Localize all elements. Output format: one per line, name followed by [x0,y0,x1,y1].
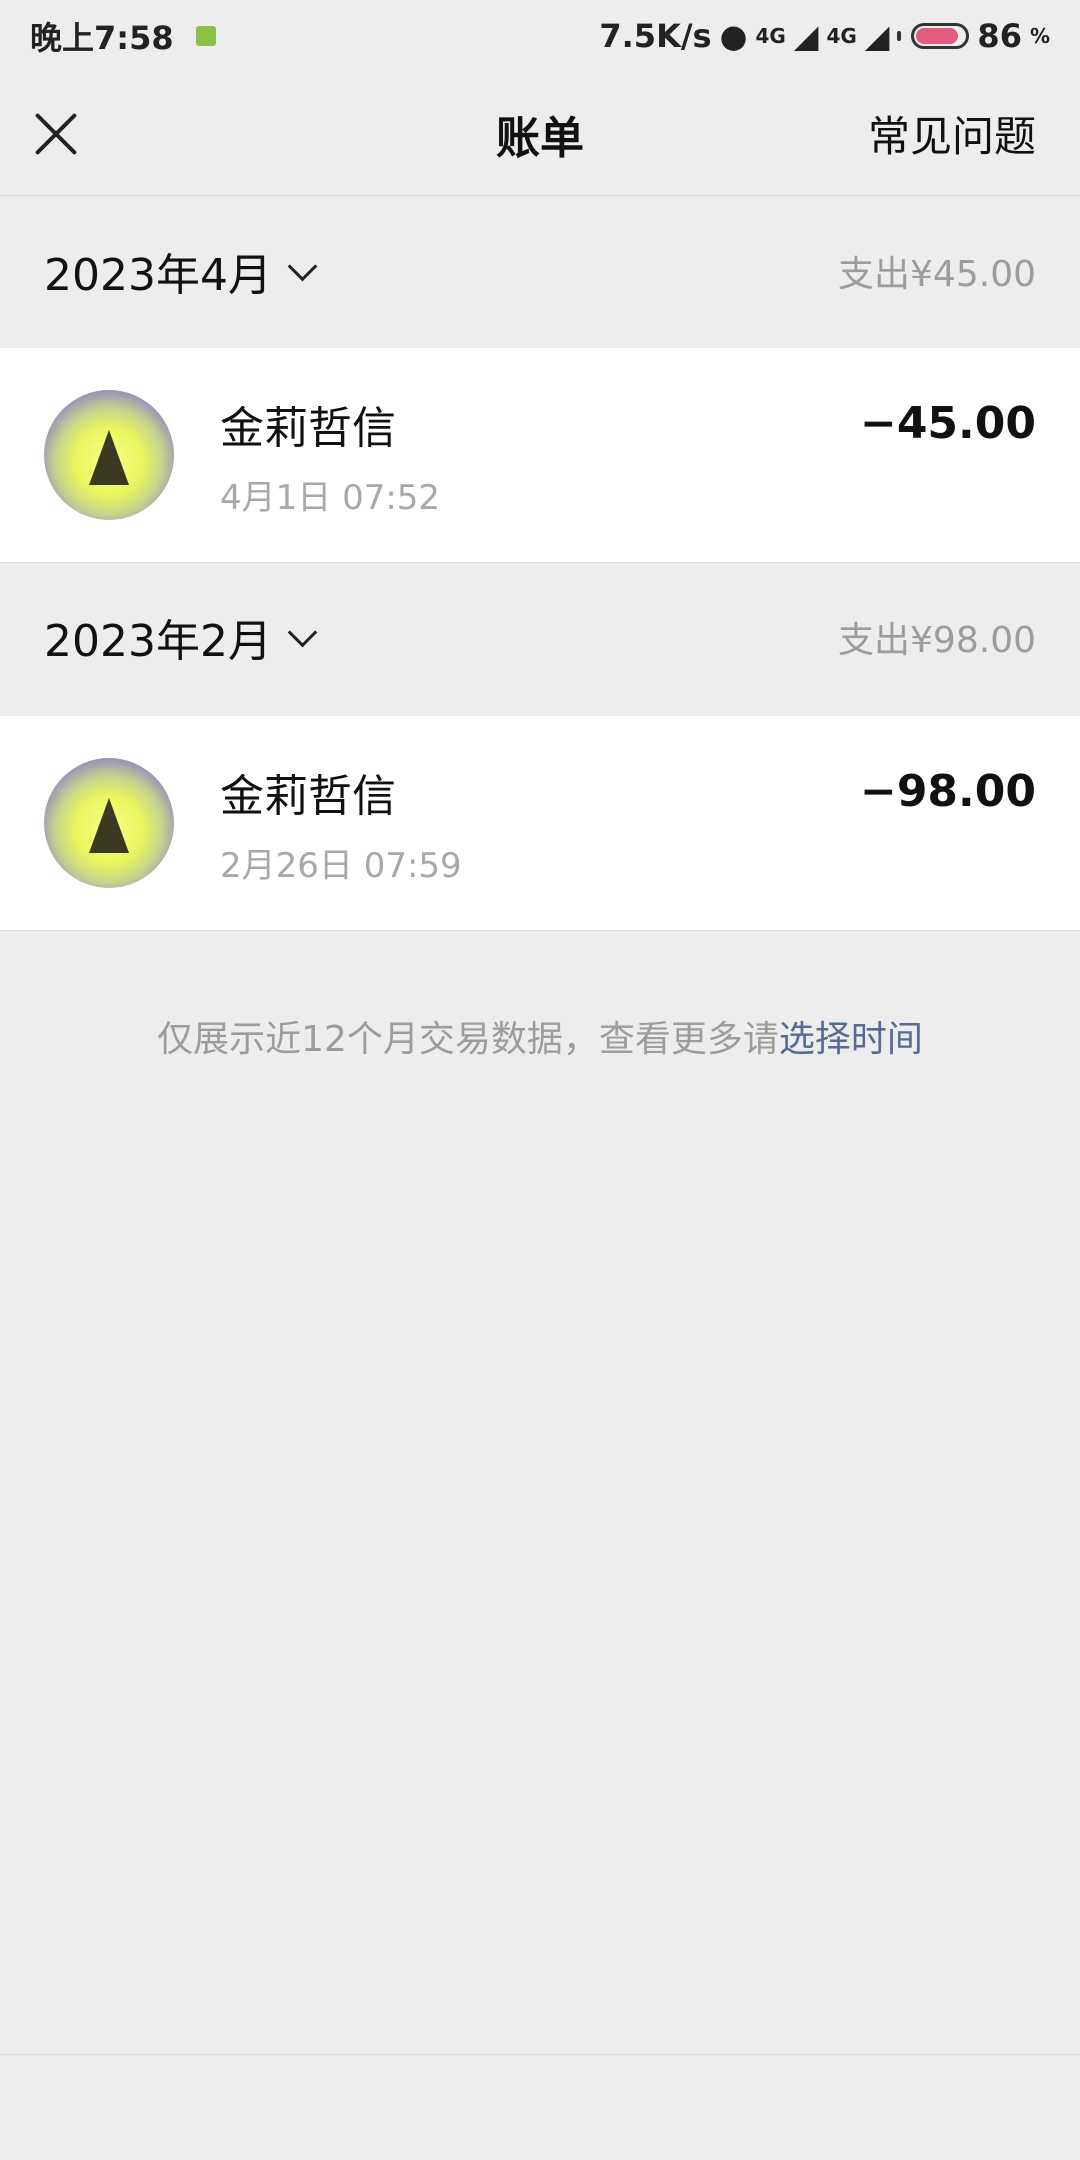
transaction-row[interactable]: 金莉哲信 4月1日 07:52 −45.00 [0,348,1080,562]
nav-bar: 账单 常见问题 [0,72,1080,196]
avatar [44,390,174,520]
avatar [44,758,174,888]
signal-label-2: 4G [826,24,857,48]
signal-icon-2: ◢ [864,17,890,55]
month-header: 2023年2月 支出¥98.00 [0,563,1080,711]
battery-percent-sign: % [1029,24,1050,48]
status-bar: 晚上7:58 7.5K/s ● 4G ◢ 4G ◢ 86 % [0,0,1080,72]
signal-icon-1: ◢ [793,17,819,55]
battery-level: 86 [977,17,1022,55]
battery-cap [897,31,902,41]
status-bar-left: 晚上7:58 [30,13,216,59]
transaction-amount: −45.00 [859,398,1036,449]
bottom-divider [0,2054,1080,2055]
month-selector[interactable]: 2023年2月 [44,605,318,669]
month-selector[interactable]: 2023年4月 [44,239,318,303]
footer-note: 仅展示近12个月交易数据，查看更多请选择时间 [0,1010,1080,1062]
month-total: 支出¥98.00 [838,620,1036,661]
signal-label-1: 4G [755,24,786,48]
network-speed: 7.5K/s [599,17,712,55]
transaction-info: 金莉哲信 4月1日 07:52 [220,392,860,519]
footer-note-text: 仅展示近12个月交易数据，查看更多请 [157,1019,779,1060]
battery-icon [911,23,970,49]
divider [0,930,1080,931]
status-bar-right: 7.5K/s ● 4G ◢ 4G ◢ 86 % [599,17,1050,55]
status-time: 晚上7:58 [30,19,174,57]
alarm-icon: ● [719,17,748,55]
app-notification-icon [195,26,216,46]
transaction-row[interactable]: 金莉哲信 2月26日 07:59 −98.00 [0,716,1080,930]
transaction-info: 金莉哲信 2月26日 07:59 [220,760,860,887]
transaction-amount: −98.00 [859,766,1036,817]
faq-button[interactable]: 常见问题 [868,103,1036,164]
transaction-time: 4月1日 07:52 [220,477,441,518]
transaction-name: 金莉哲信 [220,770,396,822]
month-label: 2023年4月 [44,250,272,301]
chevron-down-icon [287,617,318,647]
battery-fill [916,28,958,44]
transaction-time: 2月26日 07:59 [220,845,462,886]
chevron-down-icon [287,251,318,281]
month-header: 2023年4月 支出¥45.00 [0,197,1080,345]
close-icon[interactable] [34,112,78,156]
transaction-name: 金莉哲信 [220,402,396,454]
month-label: 2023年2月 [44,616,272,667]
select-time-link[interactable]: 选择时间 [779,1019,923,1060]
month-total: 支出¥45.00 [838,254,1036,295]
